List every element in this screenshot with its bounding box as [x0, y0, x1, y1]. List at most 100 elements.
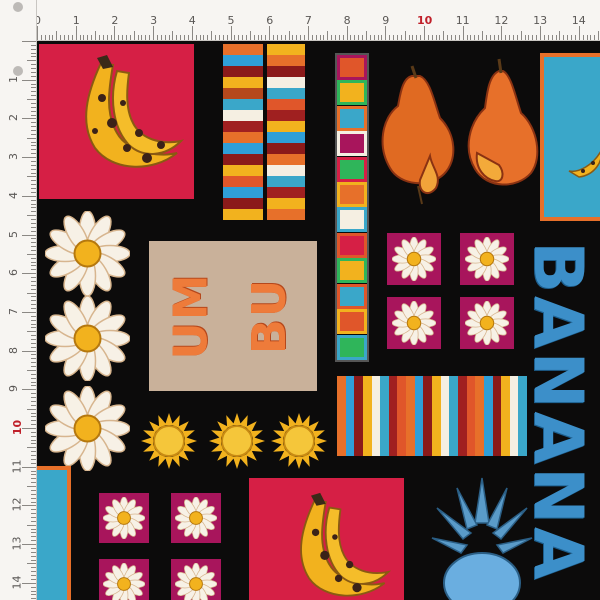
- ruler-tick: [489, 35, 491, 40]
- checker-cell: [337, 105, 367, 131]
- ruler-tick: [31, 199, 36, 201]
- ruler-tick: [71, 35, 73, 40]
- ruler-tick: [280, 35, 282, 40]
- ruler-tick: [513, 35, 514, 40]
- ruler-number: 7: [7, 307, 20, 315]
- ruler-tick: [31, 68, 36, 70]
- ruler-tick: [203, 35, 205, 40]
- ruler-number: 7: [304, 14, 312, 27]
- ruler-tick: [273, 35, 275, 40]
- checker-cell: [337, 55, 367, 80]
- ruler-tick: [342, 35, 344, 40]
- ruler-tick: [424, 26, 425, 40]
- ruler-tick: [431, 35, 433, 40]
- ruler-tick: [31, 400, 36, 402]
- ruler-number: 5: [7, 230, 20, 238]
- ruler-tick: [22, 505, 36, 507]
- ruler-tick: [31, 323, 36, 325]
- ruler-tick: [590, 35, 592, 40]
- ruler-tick: [56, 31, 58, 40]
- ruler-tick: [470, 35, 472, 40]
- ruler-tick: [31, 246, 36, 248]
- ruler-tick: [31, 404, 36, 406]
- ruler-number: 11: [455, 14, 470, 27]
- ruler-tick: [443, 31, 445, 40]
- ruler-tick: [31, 261, 36, 263]
- ruler-tick: [31, 87, 36, 89]
- ruler-tick: [528, 35, 530, 40]
- flower-icon: [175, 497, 217, 539]
- ruler-tick: [176, 35, 178, 40]
- ruler-tick: [532, 35, 534, 40]
- sun-icon: [141, 413, 197, 469]
- ruler-tick: [31, 381, 36, 383]
- ruler-corner: [0, 0, 36, 76]
- ruler-tick: [22, 389, 36, 391]
- ruler-tick: [22, 466, 36, 468]
- ruler-tick: [520, 31, 522, 40]
- ruler-tick: [31, 180, 36, 182]
- ruler-tick: [416, 35, 418, 40]
- ruler-tick: [31, 126, 36, 128]
- word-tile-line1: UM: [164, 272, 219, 360]
- ruler-tick: [31, 122, 36, 124]
- ruler-tick: [31, 133, 36, 135]
- stripe: [440, 376, 450, 456]
- ruler-number: 2: [111, 14, 119, 27]
- ruler-tick: [497, 35, 499, 40]
- banana-icon: [568, 151, 600, 178]
- stripe: [337, 376, 346, 456]
- ruler-tick: [22, 350, 36, 352]
- ruler-tick: [31, 184, 36, 186]
- ruler-tick: [304, 35, 306, 40]
- pin-icon: [13, 66, 23, 76]
- ruler-tick: [571, 35, 573, 40]
- ruler-tick: [48, 35, 50, 40]
- ruler-tick: [31, 102, 36, 104]
- ruler-tick: [31, 575, 36, 577]
- ruler-tick: [195, 35, 197, 40]
- ruler-tick: [95, 31, 97, 40]
- ruler-tick: [172, 31, 174, 40]
- ruler-number: 11: [10, 459, 24, 474]
- ruler-tick: [31, 327, 36, 329]
- stripe: [492, 376, 502, 456]
- pineapple-icon: [431, 477, 533, 600]
- ruler-tick: [31, 203, 36, 205]
- ruler-tick: [319, 35, 321, 40]
- checker-column: [335, 53, 369, 362]
- ruler-tick: [149, 35, 151, 40]
- ruler-tick: [31, 567, 36, 569]
- ruler-tick: [31, 540, 36, 542]
- ruler-tick: [211, 31, 213, 40]
- ruler-tick: [27, 99, 36, 101]
- ruler-tick: [31, 269, 36, 271]
- ruler-tick: [300, 35, 302, 40]
- ruler-tick: [31, 44, 36, 46]
- sun-icon: [271, 413, 327, 469]
- ruler-tick: [31, 547, 36, 549]
- ruler-tick: [27, 60, 36, 62]
- ruler-tick: [91, 35, 93, 40]
- stripe: [406, 376, 415, 456]
- ruler-tick: [31, 335, 36, 337]
- ruler-tick: [485, 35, 487, 40]
- ruler-tick: [238, 35, 240, 40]
- ruler-tick: [133, 31, 135, 40]
- ruler-tick: [37, 26, 38, 40]
- ruler-tick: [586, 35, 588, 40]
- stripe: [414, 376, 424, 456]
- ruler-number: 13: [10, 536, 24, 551]
- ruler-tick: [31, 164, 36, 166]
- ruler-number: 8: [343, 14, 351, 27]
- ruler-number: 10: [11, 419, 25, 436]
- flower-icon: [45, 296, 130, 381]
- ruler-tick: [307, 26, 309, 40]
- ruler-tick: [110, 35, 112, 40]
- ruler-tick: [114, 26, 116, 40]
- ruler-tick: [31, 571, 36, 573]
- ruler-tick: [27, 176, 36, 178]
- ruler-tick: [462, 26, 464, 40]
- stripe-strip: [223, 44, 263, 220]
- ruler-number: 2: [7, 114, 20, 122]
